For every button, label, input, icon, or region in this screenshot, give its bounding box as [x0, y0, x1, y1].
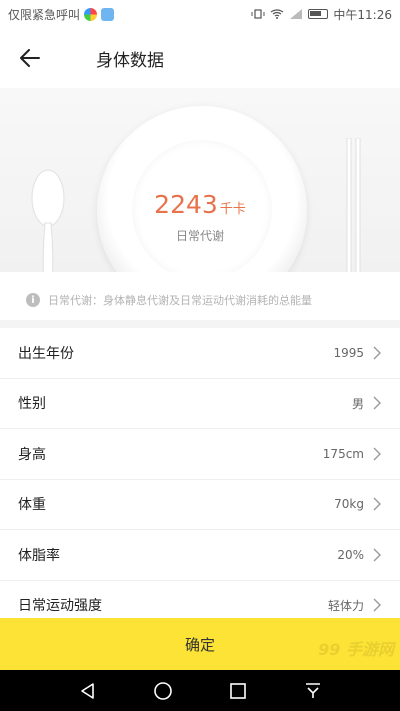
spoon-icon	[31, 169, 65, 272]
back-button[interactable]	[0, 28, 60, 88]
row-right: 1995	[333, 346, 382, 360]
row-label: 性别	[18, 396, 46, 413]
app-notification-icon	[84, 7, 98, 21]
watermark-logo: 99 手游网	[318, 640, 394, 659]
body-data-list: 出生年份 1995 性别 男 身高 175cm 体重 70kg 体脂率 20%	[0, 328, 400, 631]
chevron-right-icon	[373, 548, 381, 562]
page-title: 身体数据	[96, 50, 164, 71]
row-weight[interactable]: 体重 70kg	[0, 480, 400, 530]
calorie-unit: 千卡	[219, 202, 246, 217]
circle-home-icon	[153, 681, 172, 700]
row-value: 轻体力	[327, 598, 364, 613]
triangle-back-icon	[80, 682, 94, 699]
square-recents-icon	[229, 682, 246, 699]
system-nav-bar	[0, 670, 400, 711]
info-text: 日常代谢：身体静息代谢及日常运动代谢消耗的总能量	[48, 294, 312, 307]
calorie-number: 2243	[154, 190, 218, 219]
calorie-label: 日常代谢	[175, 229, 224, 243]
row-body-fat[interactable]: 体脂率 20%	[0, 530, 400, 581]
chevron-right-icon	[373, 598, 381, 612]
section-divider	[0, 320, 400, 328]
row-right: 20%	[337, 548, 382, 562]
row-right: 男	[352, 395, 382, 412]
app-notification-icon-2	[101, 7, 115, 21]
arrow-left-icon	[20, 49, 40, 67]
vibrate-icon	[251, 9, 265, 19]
status-bar: 仅限紧急呼叫 中午11:26	[0, 0, 400, 28]
row-label: 体重	[18, 497, 46, 514]
chevron-right-icon	[373, 396, 381, 410]
nav-notification-button[interactable]	[298, 676, 328, 706]
chevron-right-icon	[373, 497, 381, 511]
chevron-right-icon	[373, 447, 381, 461]
row-gender[interactable]: 性别 男	[0, 379, 400, 429]
row-right: 70kg	[334, 497, 382, 511]
carrier-text: 仅限紧急呼叫	[8, 7, 81, 22]
nav-recents-button[interactable]	[223, 676, 253, 706]
row-value: 男	[351, 396, 364, 411]
metabolism-hero: 2243 千卡 日常代谢	[0, 88, 400, 272]
row-value: 1995	[333, 345, 364, 360]
wifi-icon	[271, 9, 284, 19]
status-right: 中午11:26	[251, 6, 392, 23]
pull-down-icon	[305, 682, 320, 698]
header: 身体数据	[0, 28, 400, 88]
nav-back-button[interactable]	[73, 676, 103, 706]
row-label: 出生年份	[18, 345, 74, 362]
metabolism-info: i 日常代谢：身体静息代谢及日常运动代谢消耗的总能量	[26, 288, 380, 312]
nav-home-button[interactable]	[148, 676, 178, 706]
row-value: 70kg	[334, 497, 364, 512]
chevron-right-icon	[373, 346, 381, 360]
row-value: 175cm	[322, 446, 364, 461]
status-time: 中午11:26	[333, 7, 392, 22]
battery-icon	[308, 9, 329, 19]
row-height[interactable]: 身高 175cm	[0, 429, 400, 480]
row-birth-year[interactable]: 出生年份 1995	[0, 328, 400, 379]
row-right: 175cm	[323, 447, 382, 461]
calorie-value: 2243 千卡	[0, 190, 400, 219]
row-label: 日常运动强度	[18, 598, 102, 615]
info-icon: i	[26, 293, 40, 307]
row-value: 20%	[337, 547, 364, 562]
signal-icon	[290, 9, 303, 19]
status-left: 仅限紧急呼叫	[8, 6, 115, 23]
row-right: 轻体力	[328, 597, 382, 614]
row-label: 身高	[18, 446, 46, 463]
row-label: 体脂率	[18, 547, 60, 564]
